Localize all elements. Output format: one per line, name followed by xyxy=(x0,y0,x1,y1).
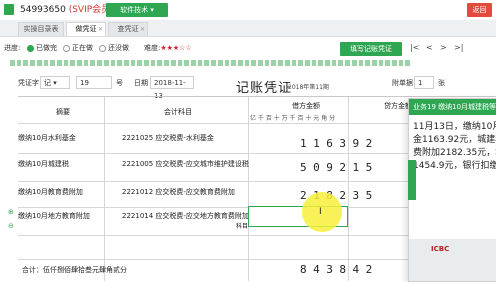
popup-body: 11月13日，缴纳10月 金1163.92元，城建税 费附加2182.35元，地… xyxy=(413,121,496,173)
attach-suffix: 张 xyxy=(438,79,445,87)
voucher-period: 2018年第11期 xyxy=(288,84,329,91)
attach-label: 附单据 xyxy=(392,79,413,87)
first-button[interactable]: |< xyxy=(410,43,419,52)
account-info: 54993650 (SVIP会员) xyxy=(20,3,114,17)
popup-side-tab[interactable] xyxy=(408,160,416,200)
row-debit[interactable]: 509215 xyxy=(300,161,379,174)
row-account[interactable]: 2221005 应交税费-应交城市维护建设税 xyxy=(122,159,249,169)
header-summary: 摘要 xyxy=(56,108,70,116)
row-account[interactable]: 2221025 应交税费-水利基金 xyxy=(122,133,214,143)
business-dropdown[interactable]: 软件技术 ▾ xyxy=(106,3,168,17)
popup-header: 业务19 缴纳10月城建税等 xyxy=(409,99,496,115)
done-dot-icon xyxy=(27,44,34,52)
legend-done-label: 已做完 xyxy=(36,44,57,52)
next-button[interactable]: > xyxy=(440,43,447,52)
prev-button[interactable]: < xyxy=(426,43,433,52)
progress-label: 进度: xyxy=(4,44,21,52)
voucher-number-input[interactable]: 19 xyxy=(76,76,112,89)
row-debit[interactable]: 116392 xyxy=(300,137,379,150)
tab-label: 查凭证 xyxy=(117,25,139,33)
doing-dot-icon xyxy=(63,44,70,52)
popup-line: 金1163.92元，城建税 xyxy=(413,135,496,145)
tab-view-voucher[interactable]: 查凭证 ✕ xyxy=(108,22,148,36)
todo-dot-icon xyxy=(99,44,106,52)
app-logo xyxy=(4,4,14,15)
digit-header-debit: 亿 千 百 十 万 千 百 十 元 角 分 xyxy=(250,115,336,122)
tab-make-voucher[interactable]: 做凭证 ✕ xyxy=(66,22,106,36)
text-cursor-icon: I xyxy=(319,207,322,217)
tab-catalog[interactable]: 实操目录表 xyxy=(18,22,64,36)
legend-doing: 正在做 xyxy=(62,40,93,56)
voucher-word-value: 记 xyxy=(44,79,51,87)
close-icon[interactable]: ✕ xyxy=(98,23,103,36)
task-popup: 业务19 缴纳10月城建税等 11月13日，缴纳10月 金1163.92元，城建… xyxy=(408,98,496,282)
tab-bar: 实操目录表 做凭证 ✕ 查凭证 ✕ xyxy=(0,20,496,37)
difficulty-stars: ★★★☆☆ xyxy=(160,44,192,52)
header-debit: 借方金额 xyxy=(292,102,320,110)
date-label: 日期 xyxy=(134,79,148,87)
exit-button[interactable]: 返回 xyxy=(467,3,492,17)
header-account: 会计科目 xyxy=(164,108,192,116)
progress-legend: 进度: 已做完 正在做 还没做 难度:★★★☆☆ xyxy=(0,40,496,56)
row-summary[interactable]: 缴纳10月教育费附加 xyxy=(18,187,83,197)
bank-logo: ICBC xyxy=(431,245,450,253)
row-remove-icon[interactable]: ⊖ xyxy=(8,222,14,230)
difficulty-label: 难度: xyxy=(144,44,161,52)
account-number: 54993650 xyxy=(20,5,66,15)
voucher-number-suffix: 号 xyxy=(116,79,123,87)
tab-label: 做凭证 xyxy=(75,25,97,33)
row-account[interactable]: 2221012 应交税费-应交教育费附加 xyxy=(122,187,235,197)
date-input[interactable]: 2018-11-13 xyxy=(150,76,194,100)
row-summary[interactable]: 缴纳10月地方教育附加 xyxy=(18,211,90,221)
attach-input[interactable]: 1 xyxy=(414,76,434,89)
popup-line: 费附加2182.35元，地 xyxy=(413,148,496,158)
task-progress-strip xyxy=(10,58,410,68)
popup-line: 11月13日，缴纳10月 xyxy=(413,122,496,132)
row-account-note: 科目 xyxy=(236,223,249,230)
row-add-icon[interactable]: ⊕ xyxy=(8,208,14,216)
bank-receipt-image[interactable]: ICBC xyxy=(409,239,496,281)
legend-doing-label: 正在做 xyxy=(72,44,93,52)
legend-done: 已做完 xyxy=(26,40,57,56)
voucher-title: 记账凭证 xyxy=(236,81,293,96)
voucher-word-label: 凭证字 xyxy=(18,79,39,87)
legend-todo: 还没做 xyxy=(98,40,129,56)
row-summary[interactable]: 缴纳10月水利基金 xyxy=(18,133,76,143)
last-button[interactable]: >| xyxy=(454,43,463,52)
fill-voucher-button[interactable]: 填写记账凭证 xyxy=(340,42,402,56)
total-amount: 843842 xyxy=(300,263,379,276)
voucher-word-select[interactable]: 记 ▾ xyxy=(40,76,70,89)
row-summary[interactable]: 缴纳10月城建税 xyxy=(18,159,69,169)
popup-line: 1454.9元，银行扣缴 xyxy=(413,161,496,171)
close-icon[interactable]: ✕ xyxy=(140,23,145,36)
row-account[interactable]: 2221014 应交税费-应交地方教育费附加 xyxy=(122,211,249,221)
business-label: 软件技术 xyxy=(120,6,149,14)
total-label: 合计：伍仟捌佰肆拾叁元肆角贰分 xyxy=(22,266,127,274)
legend-todo-label: 还没做 xyxy=(108,44,129,52)
cursor-highlight xyxy=(302,192,342,232)
difficulty: 难度:★★★☆☆ xyxy=(144,40,192,56)
tab-label: 实操目录表 xyxy=(23,25,59,33)
top-bar: 54993650 (SVIP会员) 软件技术 ▾ 返回 xyxy=(0,0,496,21)
